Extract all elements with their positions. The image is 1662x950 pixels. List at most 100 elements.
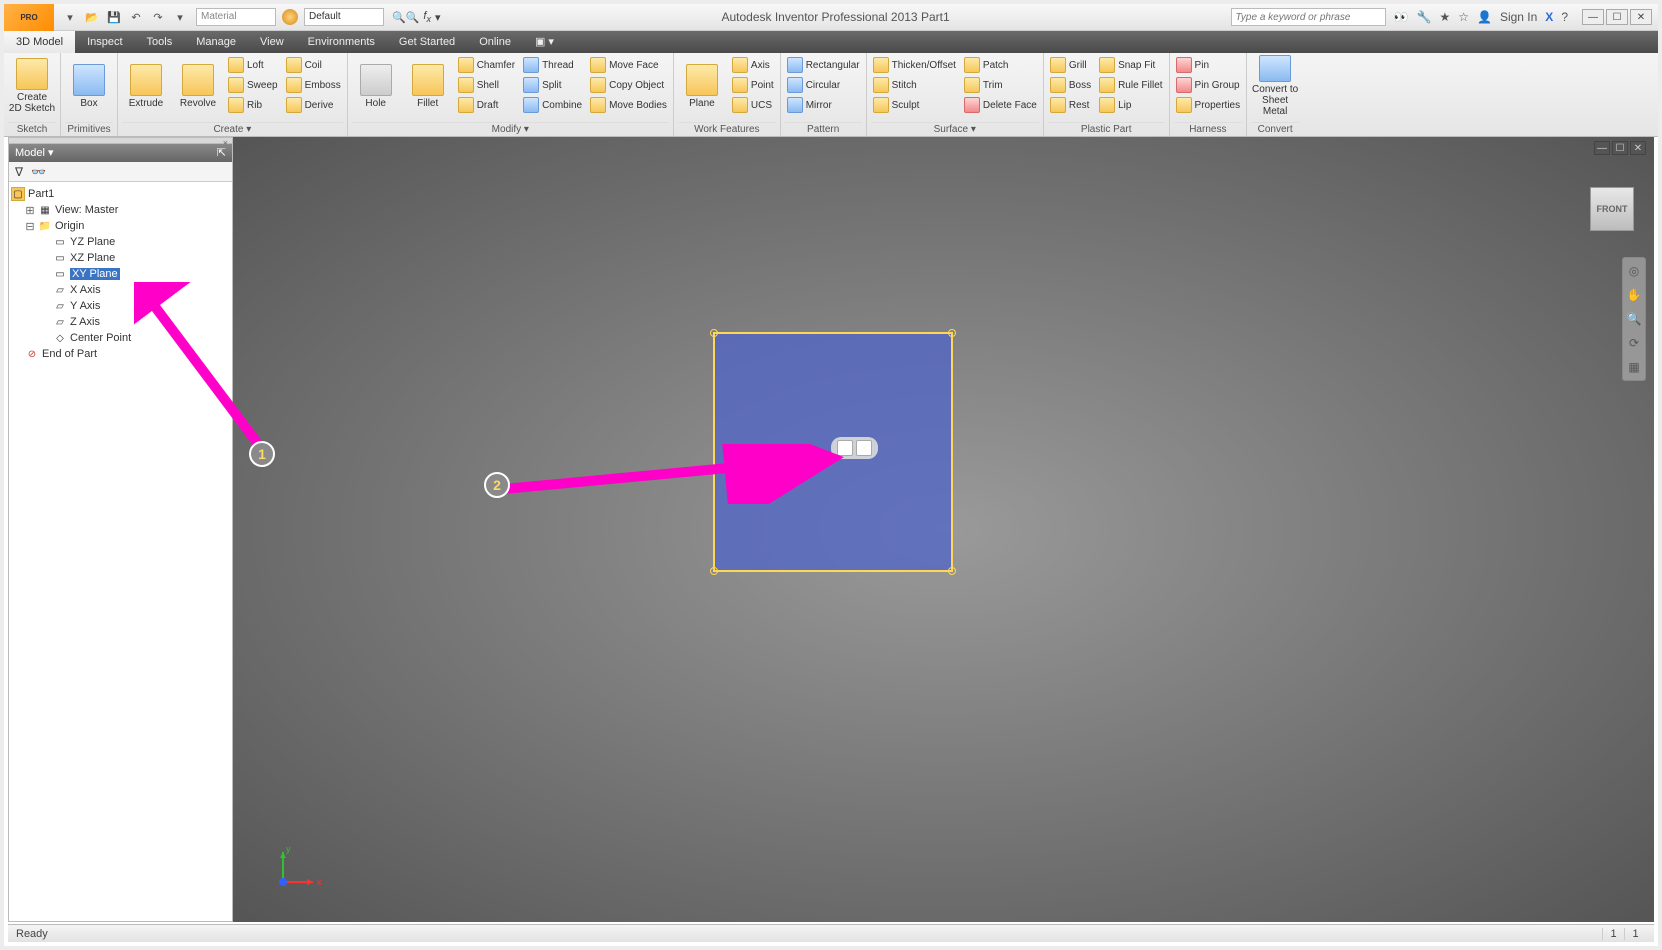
signin-link[interactable]: Sign In	[1500, 10, 1537, 24]
appearance-dropdown[interactable]: Default	[304, 8, 384, 26]
delete-face-button[interactable]: Delete Face	[962, 95, 1039, 115]
rectangular-button[interactable]: Rectangular	[785, 55, 862, 75]
tab-extras-icon[interactable]: ▣ ▾	[523, 31, 566, 53]
chamfer-button[interactable]: Chamfer	[456, 55, 517, 75]
thread-button[interactable]: Thread	[521, 55, 584, 75]
draft-button[interactable]: Draft	[456, 95, 517, 115]
tab-environments[interactable]: Environments	[296, 31, 387, 53]
tab-3d-model[interactable]: 3D Model	[4, 31, 75, 53]
view-cube[interactable]: FRONT	[1590, 187, 1634, 231]
help-icon[interactable]: ?	[1561, 10, 1568, 24]
combine-button[interactable]: Combine	[521, 95, 584, 115]
properties-button[interactable]: Properties	[1174, 95, 1243, 115]
hole-button[interactable]: Hole	[352, 55, 400, 117]
copy-object-button[interactable]: Copy Object	[588, 75, 669, 95]
emboss-button[interactable]: Emboss	[284, 75, 343, 95]
fillet-button[interactable]: Fillet	[404, 55, 452, 117]
tree-yz-plane[interactable]: ▭YZ Plane	[11, 234, 230, 250]
axis-button[interactable]: Axis	[730, 55, 776, 75]
star-icon[interactable]: ★	[1439, 10, 1450, 24]
pan-icon[interactable]: ✋	[1625, 286, 1643, 304]
undo-icon[interactable]: ↶	[128, 9, 144, 25]
move-bodies-button[interactable]: Move Bodies	[588, 95, 669, 115]
boss-button[interactable]: Boss	[1048, 75, 1093, 95]
plane-button[interactable]: Plane	[678, 55, 726, 117]
key-icon[interactable]: 🔧	[1417, 10, 1432, 24]
save-icon[interactable]: 💾	[106, 9, 122, 25]
favorite-icon[interactable]: ☆	[1458, 10, 1469, 24]
sculpt-button[interactable]: Sculpt	[871, 95, 958, 115]
user-icon[interactable]: 👤	[1477, 10, 1492, 24]
search-input[interactable]	[1231, 8, 1386, 26]
move-face-button[interactable]: Move Face	[588, 55, 669, 75]
stitch-button[interactable]: Stitch	[871, 75, 958, 95]
coil-button[interactable]: Coil	[284, 55, 343, 75]
derive-button[interactable]: Derive	[284, 95, 343, 115]
tab-get-started[interactable]: Get Started	[387, 31, 467, 53]
filter-icon[interactable]: ∇	[15, 165, 23, 179]
mini-new-sketch-icon[interactable]	[837, 440, 853, 456]
trim-button[interactable]: Trim	[962, 75, 1039, 95]
plane-handle[interactable]	[710, 329, 718, 337]
tab-manage[interactable]: Manage	[184, 31, 248, 53]
snap-fit-button[interactable]: Snap Fit	[1097, 55, 1164, 75]
ucs-button[interactable]: UCS	[730, 95, 776, 115]
patch-button[interactable]: Patch	[962, 55, 1039, 75]
open-icon[interactable]: 📂	[84, 9, 100, 25]
minimize-button[interactable]: —	[1582, 9, 1604, 25]
rib-button[interactable]: Rib	[226, 95, 280, 115]
lip-button[interactable]: Lip	[1097, 95, 1164, 115]
maximize-button[interactable]: ☐	[1606, 9, 1628, 25]
rule-fillet-button[interactable]: Rule Fillet	[1097, 75, 1164, 95]
plane-handle[interactable]	[710, 567, 718, 575]
tree-origin[interactable]: ⊟📁Origin	[11, 218, 230, 234]
create-2d-sketch-button[interactable]: Create 2D Sketch	[8, 55, 56, 117]
material-dropdown[interactable]: Material	[196, 8, 276, 26]
close-button[interactable]: ✕	[1630, 9, 1652, 25]
tree-end-of-part[interactable]: ⊘End of Part	[11, 346, 230, 362]
mirror-button[interactable]: Mirror	[785, 95, 862, 115]
redo-icon[interactable]: ↷	[150, 9, 166, 25]
mini-create-sketch-icon[interactable]	[856, 440, 872, 456]
tree-root[interactable]: ▢Part1	[11, 186, 230, 202]
pin-group-button[interactable]: Pin Group	[1174, 75, 1243, 95]
tree-view[interactable]: ⊞▦View: Master	[11, 202, 230, 218]
zoom-icon[interactable]: 🔍	[1625, 310, 1643, 328]
orbit-icon[interactable]: ⟳	[1625, 334, 1643, 352]
sweep-button[interactable]: Sweep	[226, 75, 280, 95]
point-button[interactable]: Point	[730, 75, 776, 95]
search-minus-icon[interactable]: 🔍	[406, 11, 420, 24]
viewport[interactable]: — ☐ ✕ FRONT ◎ ✋ 🔍 ⟳ ▦ x y	[233, 137, 1654, 922]
shell-button[interactable]: Shell	[456, 75, 517, 95]
model-browser-header[interactable]: Model ▾⇱	[9, 144, 232, 162]
tab-online[interactable]: Online	[467, 31, 523, 53]
lookat-icon[interactable]: ▦	[1625, 358, 1643, 376]
search-plus-icon[interactable]: 🔍	[392, 11, 406, 24]
loft-button[interactable]: Loft	[226, 55, 280, 75]
app-logo[interactable]: PRO	[4, 4, 54, 31]
new-icon[interactable]: ▾	[62, 9, 78, 25]
extrude-button[interactable]: Extrude	[122, 55, 170, 117]
tab-inspect[interactable]: Inspect	[75, 31, 134, 53]
fx-icon[interactable]: fx	[419, 10, 435, 24]
tree-y-axis[interactable]: ▱Y Axis	[11, 298, 230, 314]
rest-button[interactable]: Rest	[1048, 95, 1093, 115]
pin-button[interactable]: Pin	[1174, 55, 1243, 75]
doc-close-button[interactable]: ✕	[1630, 141, 1646, 155]
convert-sheet-metal-button[interactable]: Convert to Sheet Metal	[1251, 55, 1299, 117]
revolve-button[interactable]: Revolve	[174, 55, 222, 117]
steering-wheel-icon[interactable]: ◎	[1625, 262, 1643, 280]
find-icon[interactable]: 👓	[31, 165, 46, 179]
tab-view[interactable]: View	[248, 31, 296, 53]
tree-x-axis[interactable]: ▱X Axis	[11, 282, 230, 298]
doc-maximize-button[interactable]: ☐	[1612, 141, 1628, 155]
binoculars-icon[interactable]: 👀	[1394, 10, 1409, 24]
pin-icon[interactable]: ⇱	[217, 144, 226, 162]
qat-more-icon[interactable]: ▾	[172, 9, 188, 25]
circular-button[interactable]: Circular	[785, 75, 862, 95]
tree-xz-plane[interactable]: ▭XZ Plane	[11, 250, 230, 266]
box-button[interactable]: Box	[65, 55, 113, 117]
tree-z-axis[interactable]: ▱Z Axis	[11, 314, 230, 330]
exchange-icon[interactable]: X	[1545, 10, 1553, 24]
tab-tools[interactable]: Tools	[135, 31, 185, 53]
